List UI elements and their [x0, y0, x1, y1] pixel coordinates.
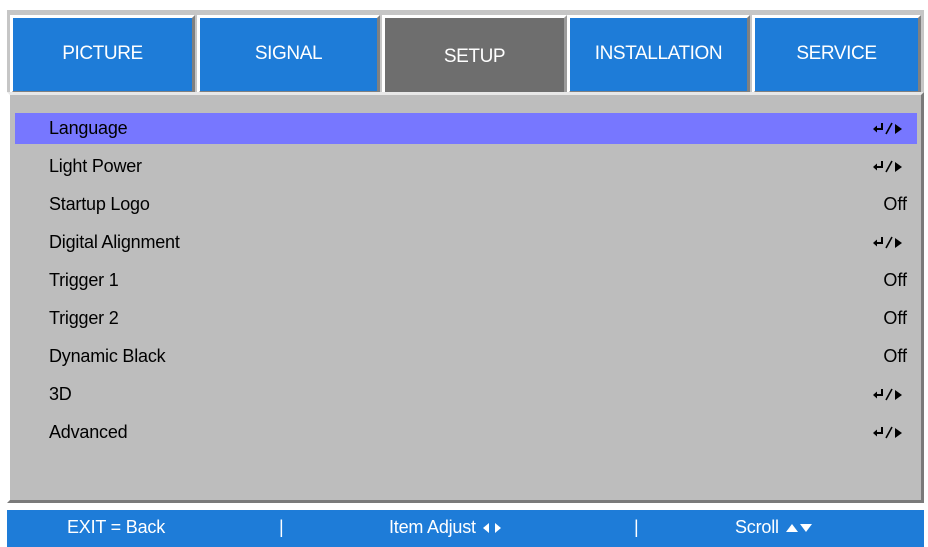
menu-item-value: Off [883, 308, 907, 328]
tab-signal-label: SIGNAL [254, 42, 323, 64]
tab-signal[interactable]: SIGNAL [197, 15, 380, 94]
item-adjust-hint: Item Adjust [389, 517, 502, 538]
menu-item-label: Trigger 1 [49, 270, 119, 290]
menu-item-label: 3D [49, 384, 72, 404]
menu-item-advanced[interactable]: Advanced [15, 417, 917, 448]
projector-osd-menu: PICTURE SIGNAL SETUP INSTALLATION SERVIC… [0, 0, 928, 547]
menu-item-label: Advanced [49, 422, 128, 442]
menu-item-label: Light Power [49, 156, 142, 176]
menu-item-digital-alignment[interactable]: Digital Alignment [15, 227, 917, 258]
enter-submenu-icon [873, 236, 902, 249]
setup-menu-panel: Language Light Power Startup Logo Off Di… [7, 92, 924, 503]
menu-item-3d[interactable]: 3D [15, 379, 917, 410]
enter-submenu-icon [873, 426, 902, 439]
up-down-arrows-icon [785, 524, 812, 533]
enter-submenu-icon [873, 160, 902, 173]
hint-separator: | [634, 517, 639, 537]
enter-submenu-icon [873, 388, 902, 401]
scroll-hint: Scroll [735, 517, 813, 538]
tab-setup-label: SETUP [443, 45, 506, 67]
tab-service-label: SERVICE [796, 42, 877, 64]
menu-item-value: Off [883, 270, 907, 290]
hint-separator: | [279, 517, 284, 537]
menu-item-value: Off [883, 346, 907, 366]
tab-setup[interactable]: SETUP [382, 15, 567, 97]
tab-installation[interactable]: INSTALLATION [567, 15, 750, 94]
tab-bar: PICTURE SIGNAL SETUP INSTALLATION SERVIC… [7, 10, 924, 97]
item-adjust-label: Item Adjust [389, 517, 476, 537]
tab-installation-label: INSTALLATION [594, 42, 723, 64]
tab-picture[interactable]: PICTURE [10, 15, 195, 94]
tab-picture-label: PICTURE [62, 42, 143, 64]
menu-item-label: Trigger 2 [49, 308, 119, 328]
scroll-label: Scroll [735, 517, 779, 537]
exit-back-hint: EXIT = Back [67, 517, 166, 537]
menu-item-language[interactable]: Language [15, 113, 917, 144]
menu-item-label: Startup Logo [49, 194, 150, 214]
menu-item-dynamic-black[interactable]: Dynamic Black Off [15, 341, 917, 372]
menu-item-trigger-1[interactable]: Trigger 1 Off [15, 265, 917, 296]
left-right-arrows-icon [482, 523, 501, 534]
menu-item-label: Language [49, 118, 128, 138]
menu-item-trigger-2[interactable]: Trigger 2 Off [15, 303, 917, 334]
hint-bar: EXIT = Back | Item Adjust | Scroll [7, 510, 924, 547]
menu-item-startup-logo[interactable]: Startup Logo Off [15, 189, 917, 220]
menu-item-light-power[interactable]: Light Power [15, 151, 917, 182]
enter-submenu-icon [873, 122, 902, 135]
tab-service[interactable]: SERVICE [752, 15, 921, 94]
menu-item-value: Off [883, 194, 907, 214]
menu-item-label: Dynamic Black [49, 346, 166, 366]
menu-item-label: Digital Alignment [49, 232, 180, 252]
